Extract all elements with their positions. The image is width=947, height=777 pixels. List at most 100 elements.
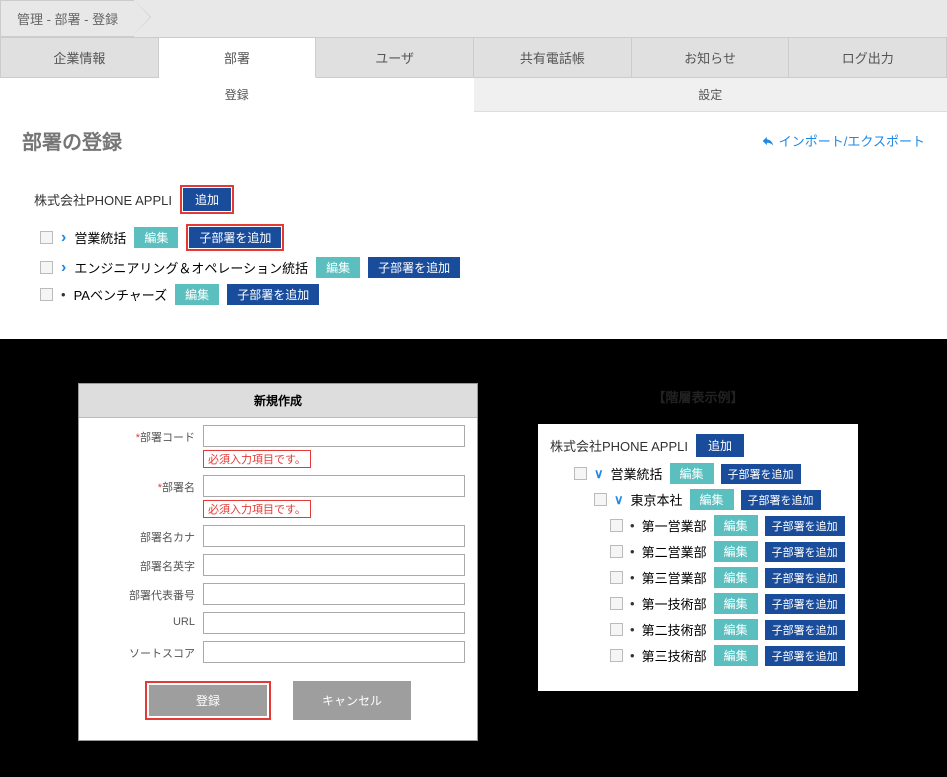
tree-item-label: PAベンチャーズ xyxy=(74,285,168,304)
ex-l2-label: 東京本社 xyxy=(631,490,683,509)
add-child-button[interactable]: 子部署を追加 xyxy=(741,490,821,510)
add-child-button[interactable]: 子部署を追加 xyxy=(721,464,801,484)
checkbox-icon[interactable] xyxy=(40,288,53,301)
reply-icon xyxy=(761,134,775,148)
tree-item-label: 第二技術部 xyxy=(642,620,707,639)
chevron-down-icon[interactable]: ∨ xyxy=(594,466,604,482)
checkbox-icon[interactable] xyxy=(40,231,53,244)
error-message: 必須入力項目です。 xyxy=(203,450,311,468)
checkbox-icon[interactable] xyxy=(594,493,607,506)
sub-tab-0[interactable]: 登録 xyxy=(0,78,474,112)
bullet-icon: • xyxy=(630,622,635,637)
form-row: 部署代表番号 xyxy=(79,576,477,605)
edit-button[interactable]: 編集 xyxy=(134,227,178,248)
edit-button[interactable]: 編集 xyxy=(714,593,758,614)
bullet-icon: • xyxy=(630,596,635,611)
chevron-right-icon[interactable]: › xyxy=(61,229,66,247)
bullet-icon: • xyxy=(630,518,635,533)
form-row: ソートスコア xyxy=(79,634,477,663)
required-mark: * xyxy=(136,432,140,444)
edit-button[interactable]: 編集 xyxy=(175,284,219,305)
required-mark: * xyxy=(158,482,162,494)
main-tab-2[interactable]: ユーザ xyxy=(316,37,474,78)
checkbox-icon[interactable] xyxy=(610,545,623,558)
form-label: URL xyxy=(91,612,203,628)
tree-item-label: エンジニアリング＆オペレーション統括 xyxy=(74,258,308,277)
add-child-button[interactable]: 子部署を追加 xyxy=(765,646,845,666)
tree-row: •第一技術部編集子部署を追加 xyxy=(550,593,846,614)
chevron-right-icon[interactable]: › xyxy=(61,259,66,277)
example-title: 【階層表示例】 xyxy=(538,387,858,406)
checkbox-icon[interactable] xyxy=(610,649,623,662)
add-child-button[interactable]: 子部署を追加 xyxy=(765,568,845,588)
highlight-add: 追加 xyxy=(180,185,234,214)
ex-root-label: 株式会社PHONE APPLI xyxy=(550,436,688,455)
tree-row: › エンジニアリング＆オペレーション統括編集子部署を追加 xyxy=(34,257,913,278)
main-tab-3[interactable]: 共有電話帳 xyxy=(474,37,632,78)
edit-button[interactable]: 編集 xyxy=(714,515,758,536)
chevron-down-icon[interactable]: ∨ xyxy=(614,492,624,508)
tree-row: • PAベンチャーズ編集子部署を追加 xyxy=(34,284,913,305)
tree-root-label: 株式会社PHONE APPLI xyxy=(34,190,172,209)
add-child-button[interactable]: 子部署を追加 xyxy=(765,594,845,614)
form-label: 部署名カナ xyxy=(91,525,203,545)
checkbox-icon[interactable] xyxy=(574,467,587,480)
edit-button[interactable]: 編集 xyxy=(316,257,360,278)
text-input-4[interactable] xyxy=(203,583,465,605)
text-input-3[interactable] xyxy=(203,554,465,576)
add-child-button[interactable]: 子部署を追加 xyxy=(765,516,845,536)
hierarchy-example: 株式会社PHONE APPLI 追加 ∨ 営業統括 編集 子部署を追加 ∨ 東京… xyxy=(538,424,858,691)
add-button[interactable]: 追加 xyxy=(183,188,231,211)
main-tabs: 企業情報部署ユーザ共有電話帳お知らせログ出力 xyxy=(0,37,947,78)
add-child-button[interactable]: 子部署を追加 xyxy=(368,257,460,278)
tree-item-label: 第三営業部 xyxy=(642,568,707,587)
checkbox-icon[interactable] xyxy=(610,519,623,532)
edit-button[interactable]: 編集 xyxy=(714,541,758,562)
edit-button[interactable]: 編集 xyxy=(714,619,758,640)
edit-button[interactable]: 編集 xyxy=(714,567,758,588)
tree-item-label: 営業統括 xyxy=(74,228,126,247)
bullet-icon: • xyxy=(630,570,635,585)
main-tab-5[interactable]: ログ出力 xyxy=(789,37,947,78)
main-tab-4[interactable]: お知らせ xyxy=(632,37,790,78)
text-input-1[interactable] xyxy=(203,475,465,497)
tree-row: › 営業統括編集子部署を追加 xyxy=(34,224,913,251)
main-tab-1[interactable]: 部署 xyxy=(159,37,317,78)
error-message: 必須入力項目です。 xyxy=(203,500,311,518)
tree-item-label: 第一営業部 xyxy=(642,516,707,535)
submit-button[interactable]: 登録 xyxy=(149,685,267,716)
form-row: 部署名英字 xyxy=(79,547,477,576)
tree-row: •第三技術部編集子部署を追加 xyxy=(550,645,846,666)
checkbox-icon[interactable] xyxy=(40,261,53,274)
new-dept-dialog: 新規作成 *部署コード必須入力項目です。*部署名必須入力項目です。部署名カナ部署… xyxy=(78,383,478,741)
import-export-link[interactable]: インポート/エクスポート xyxy=(761,131,925,150)
form-label: 部署代表番号 xyxy=(91,583,203,603)
dialog-title: 新規作成 xyxy=(79,384,477,418)
checkbox-icon[interactable] xyxy=(610,571,623,584)
tree-row: • 第三営業部編集子部署を追加 xyxy=(550,567,846,588)
text-input-6[interactable] xyxy=(203,641,465,663)
bullet-icon: • xyxy=(61,287,66,302)
checkbox-icon[interactable] xyxy=(610,623,623,636)
form-label: *部署コード xyxy=(91,425,203,445)
text-input-2[interactable] xyxy=(203,525,465,547)
text-input-5[interactable] xyxy=(203,612,465,634)
add-child-button[interactable]: 子部署を追加 xyxy=(765,542,845,562)
edit-button[interactable]: 編集 xyxy=(714,645,758,666)
form-label: *部署名 xyxy=(91,475,203,495)
add-child-button[interactable]: 子部署を追加 xyxy=(189,227,281,248)
edit-button[interactable]: 編集 xyxy=(690,489,734,510)
form-row: *部署コード必須入力項目です。 xyxy=(79,418,477,468)
add-child-button[interactable]: 子部署を追加 xyxy=(227,284,319,305)
sub-tab-1[interactable]: 設定 xyxy=(474,78,947,112)
text-input-0[interactable] xyxy=(203,425,465,447)
edit-button[interactable]: 編集 xyxy=(670,463,714,484)
checkbox-icon[interactable] xyxy=(610,597,623,610)
ex-add-button[interactable]: 追加 xyxy=(696,434,744,457)
add-child-button[interactable]: 子部署を追加 xyxy=(765,620,845,640)
bullet-icon: • xyxy=(630,648,635,663)
cancel-button[interactable]: キャンセル xyxy=(293,681,411,720)
breadcrumb: 管理 - 部署 - 登録 xyxy=(0,0,947,37)
main-tab-0[interactable]: 企業情報 xyxy=(0,37,159,78)
tree-row: • 第二技術部編集子部署を追加 xyxy=(550,619,846,640)
